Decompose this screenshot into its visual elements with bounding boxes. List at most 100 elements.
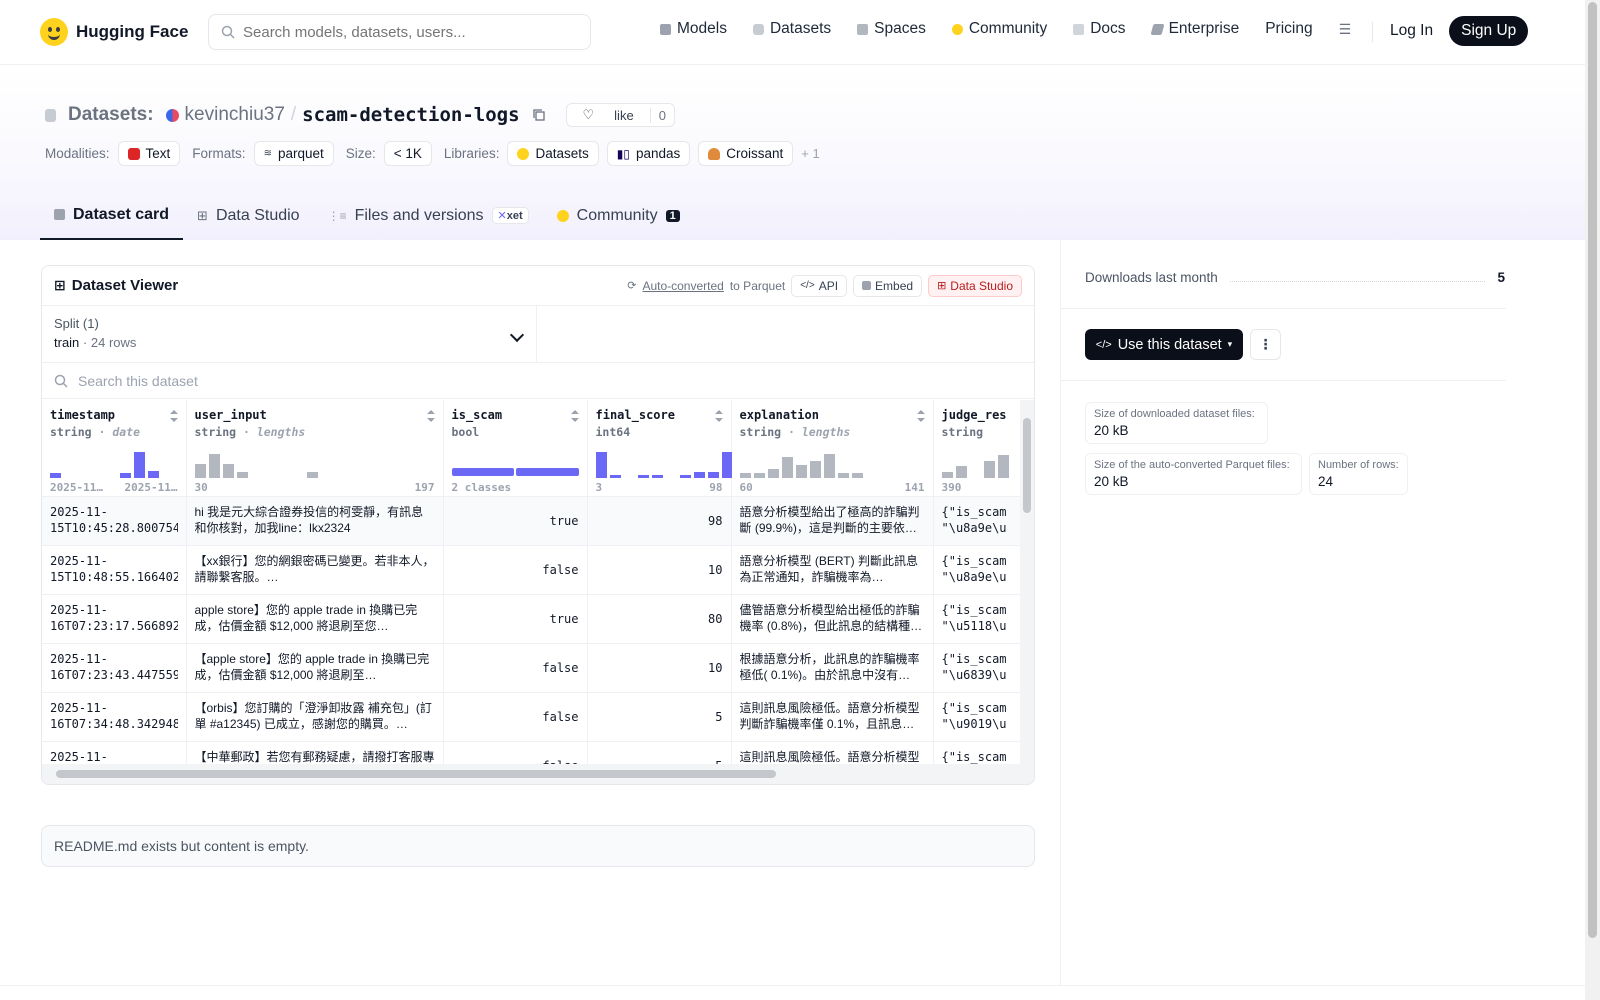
cell-user-input[interactable]: apple store】您的 apple trade in 換購已完成，估價金額… (186, 594, 444, 644)
cell-final-score[interactable]: 10 (587, 545, 732, 595)
tag-lib-croissant[interactable]: Croissant (698, 141, 794, 166)
owner-link[interactable]: kevinchiu37 (185, 104, 285, 126)
more-libraries[interactable]: + 1 (801, 146, 819, 161)
histogram-bar[interactable] (236, 471, 248, 478)
use-dataset-button[interactable]: </> Use this dataset ▾ (1085, 329, 1243, 360)
scrollbar-thumb[interactable] (1023, 418, 1031, 513)
cell-judge[interactable]: {"is_scam "\u6839\u (933, 643, 1021, 693)
cell-final-score[interactable]: 80 (587, 594, 732, 644)
hf-logo[interactable]: Hugging Face (40, 18, 188, 46)
histogram-bar[interactable] (851, 473, 863, 478)
cell-explanation[interactable]: 根據語意分析，此訊息的詐騙機率極低( 0.1%)。由於訊息中沒有… (731, 643, 934, 693)
tag-text[interactable]: Text (117, 141, 181, 166)
histogram-bar[interactable] (222, 463, 234, 478)
cell-user-input[interactable]: 【中華郵政】若您有郵務疑慮，請撥打客服專線… (186, 741, 444, 765)
tab-files[interactable]: ⋮≡ Files and versions ✕xet (314, 191, 543, 240)
column-header-timestamp[interactable]: timestamp string · date 2025-11… 2025-11… (42, 400, 187, 497)
histogram-bar[interactable] (837, 473, 849, 478)
cell-user-input[interactable]: 【apple store】您的 apple trade in 換購已完成，估價金… (186, 643, 444, 693)
cell-timestamp[interactable]: 2025-11- (42, 741, 187, 765)
auto-converted-link[interactable]: Auto-converted (642, 279, 723, 293)
histogram-bar[interactable] (955, 466, 967, 478)
tag-parquet[interactable]: ≋ parquet (253, 141, 334, 166)
sort-icon[interactable] (570, 410, 579, 422)
table-row[interactable]: 2025-11-16T07:23:43.447559 【apple store】您… (42, 643, 1021, 693)
table-row[interactable]: 2025-11-16T07:34:48.342948 【orbis】您訂購的「澄淨… (42, 692, 1021, 742)
cell-judge[interactable]: {"is_scam "\u9019\u (933, 692, 1021, 742)
sort-icon[interactable] (426, 410, 435, 422)
histogram-bar[interactable] (997, 455, 1009, 478)
histogram-bar[interactable] (306, 471, 318, 478)
histogram-bar[interactable] (781, 456, 793, 478)
cell-timestamp[interactable]: 2025-11-16T07:23:43.447559 (42, 643, 187, 693)
section-label[interactable]: Datasets: (68, 104, 154, 126)
class-distribution-bar[interactable] (451, 467, 579, 476)
nav-datasets[interactable]: Datasets (752, 20, 831, 38)
global-search-input[interactable] (243, 23, 563, 41)
cell-judge[interactable]: {"is_scam "\u8a9e\u (933, 545, 1021, 595)
class-bar-segment[interactable] (516, 467, 579, 476)
tag-lib-pandas[interactable]: ▮▯ pandas (606, 141, 691, 166)
like-button[interactable]: ♡ like 0 (565, 103, 675, 127)
grid-vertical-scrollbar[interactable] (1020, 400, 1034, 765)
scrollbar-thumb[interactable] (56, 770, 776, 778)
cell-user-input[interactable]: 【xx銀行】您的網銀密碼已變更。若非本人，請聯繫客服。… (186, 545, 444, 595)
table-row[interactable]: 2025-11-16T07:23:17.566892 apple store】您的… (42, 594, 1021, 644)
cell-explanation[interactable]: 這則訊息風險極低。語意分析模型判斷詐騙機率… (731, 741, 934, 765)
histogram-bar[interactable] (134, 452, 145, 478)
histogram-bar[interactable] (651, 474, 663, 478)
nav-spaces[interactable]: Spaces (857, 20, 926, 38)
cell-explanation[interactable]: 語意分析模型給出了極高的詐騙判斷 (99.9%)，這是判斷的主要依據… (731, 496, 934, 546)
cell-timestamp[interactable]: 2025-11-16T07:34:48.342948 (42, 692, 187, 742)
api-button[interactable]: </> API (791, 274, 848, 297)
nav-pricing[interactable]: Pricing (1265, 20, 1312, 38)
histogram-bar[interactable] (679, 474, 691, 478)
cell-is-scam[interactable]: false (443, 741, 588, 765)
nav-enterprise[interactable]: Enterprise (1150, 20, 1239, 38)
table-row[interactable]: 2025-11-【中華郵政】若您有郵務疑慮，請撥打客服專線…false5這則訊息… (42, 741, 1021, 765)
histogram-bar[interactable] (823, 453, 835, 478)
page-scrollbar[interactable] (1585, 0, 1600, 1000)
more-menu-icon[interactable]: ☰ (1339, 21, 1352, 38)
column-header-user-input[interactable]: user_input string · lengths 30 197 (186, 400, 444, 497)
cell-is-scam[interactable]: false (443, 545, 588, 595)
histogram-bar[interactable] (194, 463, 206, 478)
histogram-bar[interactable] (739, 473, 751, 478)
histogram-bar[interactable] (120, 473, 131, 478)
sort-icon[interactable] (916, 410, 925, 422)
cell-explanation[interactable]: 語意分析模型 (BERT) 判斷此訊息為正常通知，詐騙機率為 0.0%。… (731, 545, 934, 595)
cell-final-score[interactable]: 5 (587, 692, 732, 742)
histogram-bar[interactable] (50, 473, 61, 478)
histogram-bar[interactable] (809, 460, 821, 478)
table-row[interactable]: 2025-11-15T10:45:28.800754 hi 我是元大綜合證券投信的… (42, 496, 1021, 546)
histogram-bar[interactable] (609, 474, 621, 478)
histogram-bar[interactable] (693, 471, 705, 478)
cell-judge[interactable]: {"is_scam "\u8a9e\u (933, 496, 1021, 546)
split-selector[interactable]: Split (1) train · 24 rows (42, 306, 537, 362)
cell-timestamp[interactable]: 2025-11-15T10:45:28.800754 (42, 496, 187, 546)
cell-judge[interactable]: {"is_scam (933, 741, 1021, 765)
data-studio-button[interactable]: ⊞ Data Studio (928, 274, 1022, 297)
nav-community[interactable]: Community (951, 20, 1047, 38)
histogram-bar[interactable] (595, 452, 607, 478)
login-link[interactable]: Log In (1390, 22, 1433, 40)
dataset-search[interactable]: Search this dataset (42, 363, 1034, 399)
sort-icon[interactable] (169, 410, 178, 422)
nav-models[interactable]: Models (660, 20, 727, 38)
column-header-judge-res[interactable]: judge_res string 390 (933, 400, 1021, 497)
cell-explanation[interactable]: 這則訊息風險極低。語意分析模型判斷詐騙機率僅 0.1%，且訊息中… (731, 692, 934, 742)
histogram-bar[interactable] (148, 470, 159, 478)
column-header-explanation[interactable]: explanation string · lengths 60 141 (731, 400, 934, 497)
histogram-bar[interactable] (208, 453, 220, 478)
cell-final-score[interactable]: 98 (587, 496, 732, 546)
table-row[interactable]: 2025-11-15T10:48:55.166402 【xx銀行】您的網銀密碼已變… (42, 545, 1021, 595)
cell-is-scam[interactable]: false (443, 692, 588, 742)
cell-explanation[interactable]: 儘管語意分析模型給出極低的詐騙機率 (0.8%)，但此訊息的結構種… (731, 594, 934, 644)
histogram-bar[interactable] (637, 474, 649, 478)
cell-is-scam[interactable]: false (443, 643, 588, 693)
histogram-bar[interactable] (795, 464, 807, 478)
column-header-final-score[interactable]: final_score int64 3 98 (587, 400, 733, 497)
embed-button[interactable]: Embed (853, 274, 923, 297)
signup-button[interactable]: Sign Up (1449, 16, 1529, 46)
tag-lib-datasets[interactable]: Datasets (507, 141, 599, 166)
